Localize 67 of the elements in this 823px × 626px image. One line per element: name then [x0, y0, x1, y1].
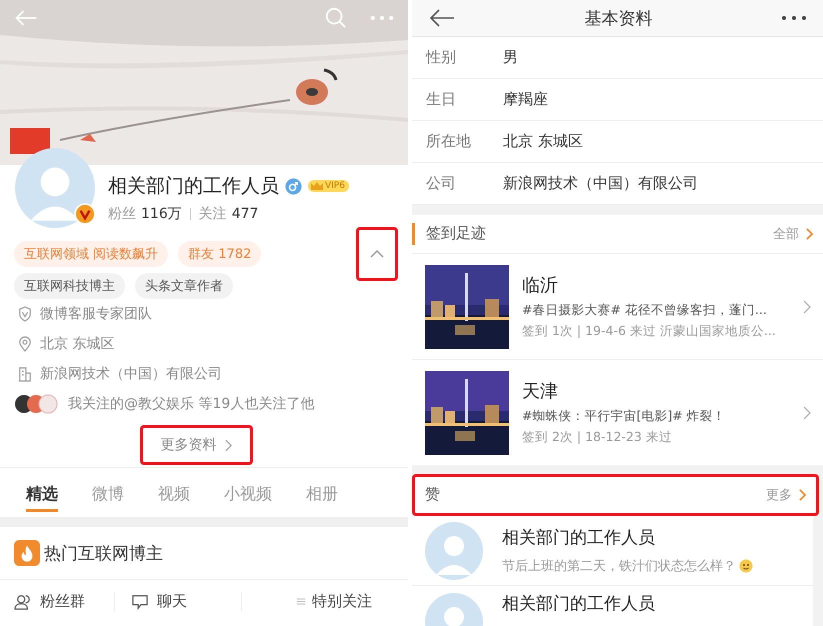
profile-tab[interactable]: 微博 [92, 480, 124, 512]
stat-label: 关注 [198, 205, 227, 223]
city-name: 临沂 [522, 274, 559, 298]
location-icon [18, 336, 32, 352]
more-icon[interactable] [781, 15, 807, 22]
user-name: 相关部门的工作人员 [108, 174, 279, 199]
mutual-followers: 我关注的@教父娱乐 等19人也关注了他 [68, 395, 314, 413]
field-value: 男 [503, 48, 518, 68]
checkin-post: #春日摄影大赛# 花径不曾缘客扫，蓬门... [522, 302, 768, 320]
profile-tab[interactable]: 精选 [26, 480, 58, 512]
hot-tag[interactable]: 群友 1782 [178, 241, 262, 267]
verified-icon [74, 203, 96, 225]
more-info-button[interactable]: 更多资料 [140, 425, 252, 465]
back-icon[interactable] [428, 8, 456, 28]
field-value: 摩羯座 [503, 90, 548, 110]
bottom-action[interactable]: 粉丝群 [40, 592, 85, 611]
hot-tag[interactable]: 互联网领域 阅读数飙升 [14, 241, 168, 267]
section-title: 热门互联网博主 [44, 542, 163, 564]
page-title: 基本资料 [584, 8, 654, 30]
menu-icon [296, 597, 306, 606]
checkin-meta: 签到 1次 | 19-4-6 来过 沂蒙山国家地质公... [522, 323, 777, 340]
profile-tag[interactable]: 互联网科技博主 [14, 273, 125, 299]
shield-icon [18, 306, 32, 322]
more-link[interactable]: 更多 [766, 486, 806, 504]
flame-icon [14, 540, 40, 566]
search-icon[interactable] [324, 7, 348, 29]
field-label: 生日 [426, 90, 457, 110]
profile-tag[interactable]: 头条文章作者 [135, 273, 233, 299]
checkin-post: #蜘蛛侠：平行宇宙[电影]# 炸裂！ [522, 408, 727, 426]
stat-value: 477 [232, 206, 258, 222]
collapse-button[interactable] [356, 227, 398, 281]
user-name: 相关部门的工作人员 [502, 527, 656, 550]
profile-tab[interactable]: 相册 [306, 480, 338, 512]
stat-label: 粉丝 [108, 205, 136, 223]
chevron-icon[interactable] [803, 300, 811, 314]
chevron-icon [806, 228, 813, 240]
stat-value: 116万 [141, 205, 182, 223]
bottom-action[interactable]: 特别关注 [312, 592, 372, 611]
field-label: 公司 [426, 174, 457, 194]
profile-info: 微博客服专家团队 [40, 305, 152, 323]
field-value: 北京 东城区 [503, 132, 583, 152]
chevron-icon[interactable] [803, 406, 811, 420]
section-title: 赞 [425, 485, 440, 504]
building-icon [18, 366, 32, 382]
field-label: 所在地 [426, 132, 472, 152]
all-link[interactable]: 全部 [773, 224, 813, 243]
chevron-icon [799, 488, 806, 501]
profile-info: 北京 东城区 [40, 335, 114, 353]
chevron-icon [370, 250, 384, 258]
vip-badge: VIP6 [308, 180, 349, 192]
field-value: 新浪网技术（中国）有限公司 [503, 174, 698, 194]
profile-tab[interactable]: 视频 [158, 480, 190, 512]
section-title: 签到足迹 [426, 224, 486, 244]
profile-info: 新浪网技术（中国）有限公司 [40, 365, 222, 383]
bottom-action[interactable]: 聊天 [157, 592, 187, 611]
profile-tab[interactable]: 小视频 [224, 480, 272, 512]
city-name: 天津 [522, 380, 559, 404]
avatar [424, 520, 484, 581]
chat-icon [131, 594, 149, 610]
chevron-icon [224, 438, 232, 452]
people-icon [14, 594, 32, 610]
user-name: 相关部门的工作人员 [502, 593, 655, 616]
field-label: 性别 [426, 48, 457, 68]
post-text: 节后上班的第二天，铁汁们状态怎么样？ [502, 558, 736, 576]
male-icon [285, 178, 302, 194]
follower-avatars-icon [14, 394, 60, 414]
checkin-meta: 签到 2次 | 18-12-23 来过 [522, 429, 673, 446]
